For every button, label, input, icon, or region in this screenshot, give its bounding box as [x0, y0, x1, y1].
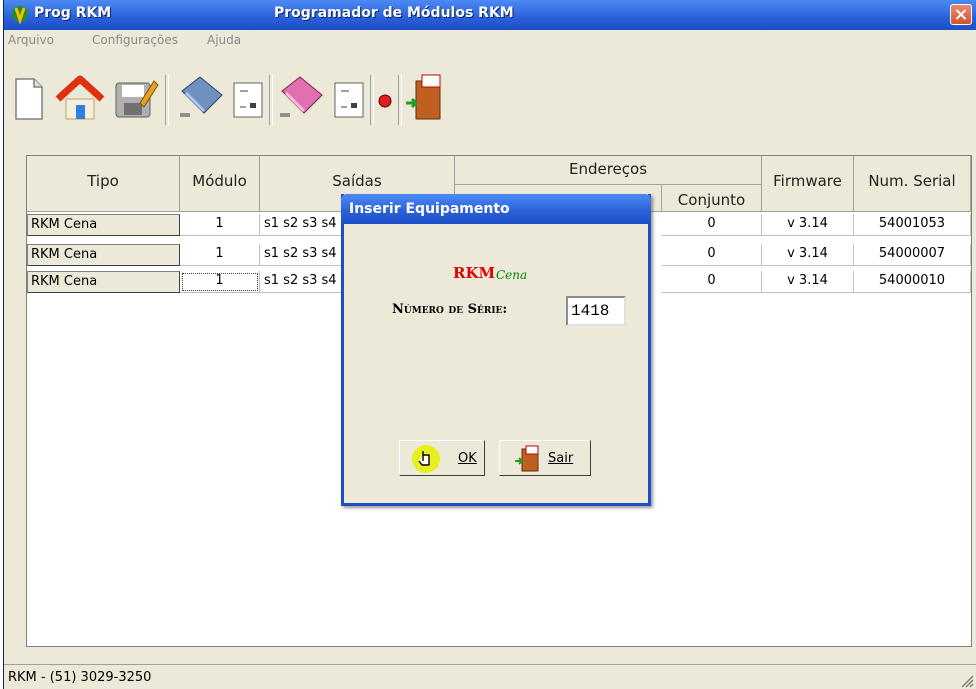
- toolbar-separator: [269, 75, 273, 125]
- table-row-tipo[interactable]: RKM Cena: [27, 214, 180, 236]
- menu-bar: Arquivo Configurações Ajuda: [4, 30, 976, 52]
- status-bar: RKM - (51) 3029-3250: [4, 664, 976, 689]
- table-row-firmware[interactable]: v 3.14: [762, 244, 854, 266]
- table-row-modulo[interactable]: 1: [180, 244, 260, 266]
- table-row-firmware[interactable]: v 3.14: [762, 271, 854, 293]
- cena-logo: Cena: [496, 268, 528, 282]
- erase-module-icon[interactable]: [274, 73, 330, 125]
- home-icon[interactable]: [52, 73, 108, 125]
- module-list-icon[interactable]: [331, 73, 367, 125]
- window-title: Programador de Módulos RKM: [274, 5, 514, 21]
- column-header-enderecos[interactable]: Endereços: [455, 156, 762, 185]
- table-row-saidas[interactable]: s1 s2 s3 s4: [260, 214, 350, 236]
- title-bar[interactable]: Prog RKM Programador de Módulos RKM: [4, 0, 976, 30]
- table-row-saidas[interactable]: s1 s2 s3 s4: [260, 271, 350, 293]
- ok-button[interactable]: OK: [399, 440, 485, 476]
- column-header-modulo[interactable]: Módulo: [180, 156, 260, 212]
- rkm-logo: RKM: [453, 264, 496, 282]
- table-row-conjunto[interactable]: 0: [662, 244, 762, 266]
- exit-door-icon[interactable]: [402, 73, 448, 125]
- table-row-modulo[interactable]: 1: [180, 214, 260, 236]
- table-row-conjunto[interactable]: 0: [662, 214, 762, 236]
- dialog-title: Inserir Equipamento: [349, 201, 510, 217]
- serial-number-label: Número de Série:: [392, 302, 508, 317]
- menu-ajuda[interactable]: Ajuda: [207, 33, 241, 47]
- sair-button[interactable]: Sair: [499, 440, 591, 476]
- ok-label: OK: [458, 451, 477, 466]
- table-row-tipo[interactable]: RKM Cena: [27, 271, 180, 293]
- scan-module-icon[interactable]: [174, 73, 230, 125]
- menu-configuracoes[interactable]: Configurações: [92, 33, 178, 47]
- serial-number-input[interactable]: 1418: [566, 296, 626, 326]
- column-header-conjunto[interactable]: Conjunto: [662, 185, 762, 212]
- resize-grip-icon[interactable]: [960, 674, 974, 688]
- app-name: Prog RKM: [34, 5, 112, 21]
- exit-door-icon: [515, 445, 539, 472]
- sair-label: Sair: [548, 451, 574, 466]
- column-header-serial[interactable]: Num. Serial: [854, 156, 971, 212]
- record-icon[interactable]: [374, 73, 396, 125]
- table-row-conjunto[interactable]: 0: [662, 271, 762, 293]
- insert-equipment-dialog: Inserir Equipamento RKM Cena Número de S…: [341, 194, 651, 506]
- new-file-icon[interactable]: [6, 73, 50, 125]
- table-row-modulo[interactable]: 1: [180, 271, 260, 293]
- hand-cursor-icon: [412, 445, 440, 473]
- table-row-serial[interactable]: 54000010: [854, 271, 971, 293]
- status-text: RKM - (51) 3029-3250: [8, 670, 152, 685]
- module-list-icon[interactable]: [230, 73, 266, 125]
- table-row-firmware[interactable]: v 3.14: [762, 214, 854, 236]
- toolbar-separator: [165, 75, 169, 125]
- dialog-title-bar[interactable]: Inserir Equipamento: [341, 194, 651, 224]
- table-row-tipo[interactable]: RKM Cena: [27, 244, 180, 266]
- table-row-serial[interactable]: 54000007: [854, 244, 971, 266]
- column-header-tipo[interactable]: Tipo: [27, 156, 180, 212]
- table-row-serial[interactable]: 54001053: [854, 214, 971, 236]
- menu-arquivo[interactable]: Arquivo: [8, 33, 54, 47]
- save-icon[interactable]: [110, 73, 160, 125]
- app-logo-icon: [12, 6, 28, 24]
- table-row-saidas[interactable]: s1 s2 s3 s4: [260, 244, 350, 266]
- close-button[interactable]: [950, 4, 972, 25]
- column-header-firmware[interactable]: Firmware: [762, 156, 854, 212]
